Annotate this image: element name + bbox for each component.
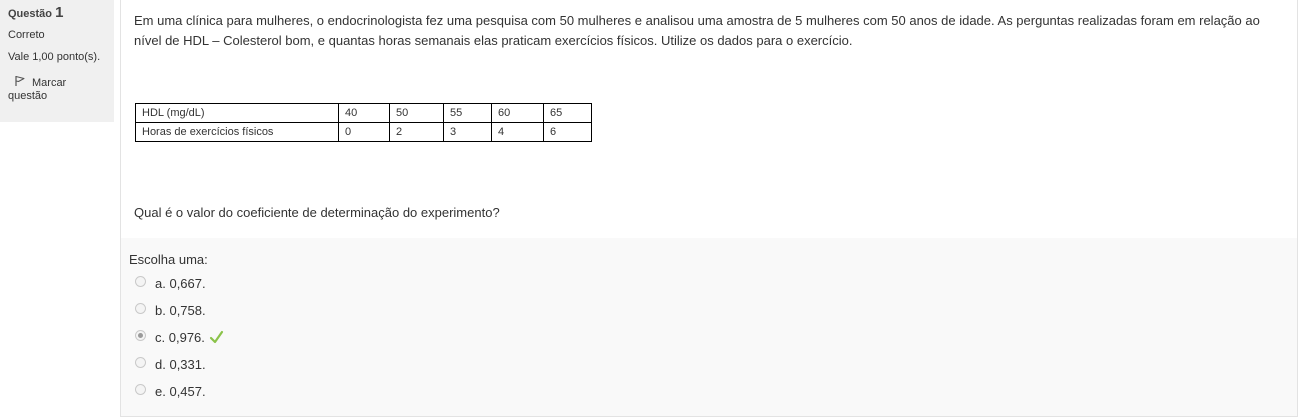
answer-option-label[interactable]: a. 0,667.: [155, 276, 206, 291]
answer-value: 0,331.: [169, 357, 206, 372]
table-cell: 4: [491, 122, 544, 142]
answer-option[interactable]: e. 0,457.: [129, 382, 208, 409]
table-cell: 55: [443, 103, 492, 123]
question-state: Correto: [8, 29, 45, 41]
table-cell: 40: [338, 103, 390, 123]
answer-block: Escolha uma: a. 0,667. b. 0,758. c. 0,976.…: [129, 252, 224, 409]
flag-label-line2: questão: [8, 90, 48, 102]
flag-label-line1: Marcar: [32, 77, 67, 89]
table-cell: 2: [389, 122, 444, 142]
answer-value: 0,667.: [169, 276, 206, 291]
table-cell: 50: [389, 103, 444, 123]
question-number-value: 1: [55, 4, 64, 21]
table-row-label: HDL (mg/dL): [135, 103, 339, 123]
answer-option-label[interactable]: e. 0,457.: [155, 384, 206, 399]
table-cell: 65: [543, 103, 592, 123]
answer-option-label[interactable]: c. 0,976.: [155, 330, 224, 348]
answer-value: 0,457.: [169, 384, 206, 399]
answer-radio[interactable]: [135, 384, 146, 395]
question-content: Em uma clínica para mulheres, o endocrin…: [120, 0, 1298, 417]
answer-letter: a.: [155, 276, 166, 291]
question-grade: Vale 1,00 ponto(s).: [8, 51, 101, 63]
answer-option-label[interactable]: d. 0,331.: [155, 357, 206, 372]
question-info-panel: Questão 1 Correto Vale 1,00 ponto(s). Ma…: [0, 0, 114, 122]
question-label: Questão: [8, 8, 53, 20]
answer-radio[interactable]: [135, 303, 146, 314]
answer-radio[interactable]: [135, 330, 146, 341]
table-row-label: Horas de exercícios físicos: [135, 122, 339, 142]
table-cell: 60: [491, 103, 544, 123]
answer-option[interactable]: c. 0,976.: [129, 328, 224, 355]
answer-letter: b.: [155, 303, 166, 318]
answer-radio[interactable]: [135, 276, 146, 287]
data-table: HDL (mg/dL) 40 50 55 60 65 Horas de exercícios…: [135, 103, 592, 142]
answer-options: a. 0,667. b. 0,758. c. 0,976. d. 0,331. e. 0…: [129, 274, 224, 409]
check-icon: [209, 330, 224, 348]
answer-letter: c.: [155, 330, 166, 345]
question-text: Em uma clínica para mulheres, o endocrin…: [134, 13, 1260, 48]
question-prompt: Qual é o valor do coeficiente de determi…: [134, 205, 500, 220]
answer-option[interactable]: a. 0,667.: [129, 274, 208, 301]
answer-option[interactable]: b. 0,758.: [129, 301, 208, 328]
question-formulation: Em uma clínica para mulheres, o endocrin…: [121, 0, 1297, 238]
table-cell: 3: [443, 122, 492, 142]
flag-question-button[interactable]: Marcar questão: [0, 75, 106, 103]
answer-value: 0,758.: [169, 303, 206, 318]
answer-option[interactable]: d. 0,331.: [129, 355, 208, 382]
answer-radio[interactable]: [135, 357, 146, 368]
question-number: Questão 1: [8, 4, 114, 21]
flag-icon: [14, 75, 26, 87]
table-cell: 0: [338, 122, 390, 142]
table-cell: 6: [543, 122, 592, 142]
choose-label: Escolha uma:: [129, 252, 208, 267]
answer-letter: e.: [155, 384, 166, 399]
answer-value: 0,976.: [168, 330, 205, 345]
answer-option-label[interactable]: b. 0,758.: [155, 303, 206, 318]
table-row: HDL (mg/dL) 40 50 55 60 65: [135, 103, 592, 123]
answer-letter: d.: [155, 357, 166, 372]
table-row: Horas de exercícios físicos 0 2 3 4 6: [135, 122, 592, 142]
